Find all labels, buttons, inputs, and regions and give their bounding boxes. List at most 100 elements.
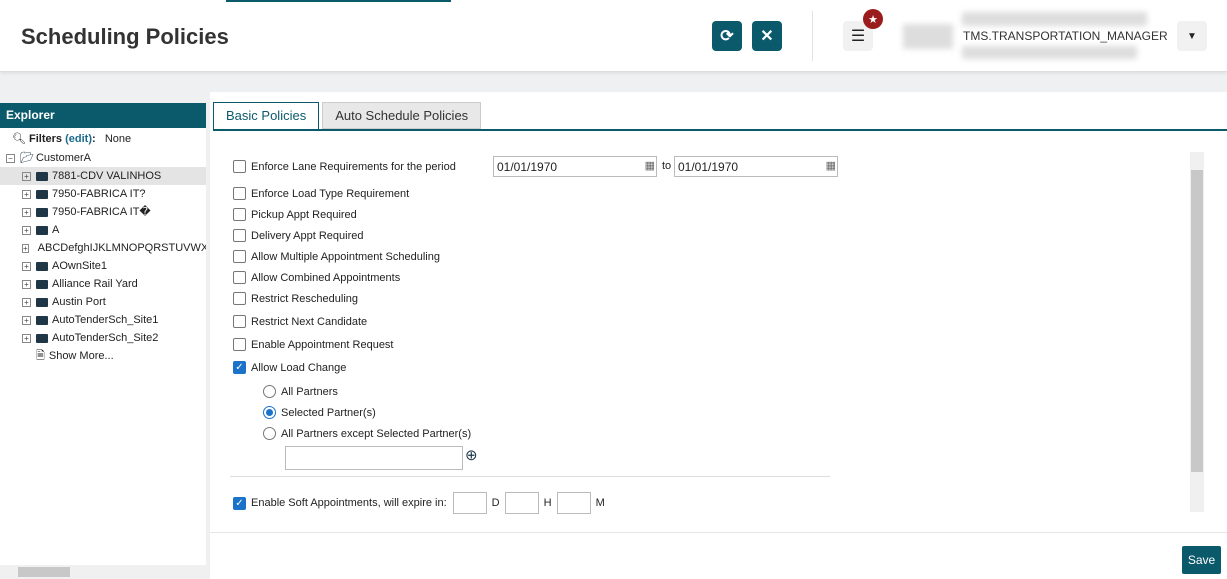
policy-option[interactable]: Restrict Next Candidate [233, 315, 367, 328]
checkbox[interactable] [233, 315, 246, 328]
checkbox[interactable] [233, 208, 246, 221]
tree-item-label: 7950-FABRICA IT� [52, 206, 151, 218]
tree-item[interactable]: + AutoTenderSch_Site2 [0, 329, 206, 347]
folder-icon [36, 333, 48, 343]
minutes-input[interactable] [556, 492, 591, 514]
days-input[interactable] [452, 492, 487, 514]
radio[interactable] [263, 406, 276, 419]
policy-option[interactable]: Enable Appointment Request [233, 338, 394, 351]
policy-option[interactable]: Enforce Load Type Requirement [233, 187, 409, 200]
user-menu-button[interactable]: ▼ [1177, 21, 1207, 51]
tree-item-label: 7950-FABRICA IT? [52, 188, 146, 200]
hours-label: H [543, 497, 552, 509]
policy-option[interactable]: Allow Combined Appointments [233, 271, 400, 284]
policy-option[interactable]: Restrict Rescheduling [233, 292, 358, 305]
to-label: to [662, 160, 672, 172]
tree-item-label: AutoTenderSch_Site2 [52, 332, 159, 344]
divider [210, 532, 1227, 533]
user-role: TMS.TRANSPORTATION_MANAGER [963, 29, 1168, 43]
folder-open-icon: 📂︎ [20, 152, 34, 164]
option-label: Pickup Appt Required [251, 208, 357, 221]
checkbox[interactable]: ✓ [233, 496, 246, 510]
days-label: D [491, 497, 500, 509]
show-more[interactable]: 🗎 Show More... [0, 347, 206, 365]
tree-item[interactable]: +7950-FABRICA IT� [0, 203, 206, 221]
calendar-icon[interactable]: ▦ [826, 159, 836, 172]
expand-icon[interactable]: + [22, 333, 31, 343]
hours-input[interactable] [504, 492, 539, 514]
option-label: Restrict Rescheduling [251, 292, 358, 305]
expand-icon[interactable]: + [22, 243, 29, 253]
expand-icon[interactable]: + [22, 261, 31, 271]
checkbox[interactable] [233, 187, 246, 200]
collapse-icon[interactable]: − [6, 153, 15, 163]
folder-icon [36, 225, 48, 235]
expand-icon[interactable]: + [22, 189, 31, 199]
expand-icon[interactable]: + [22, 171, 31, 181]
tree-item[interactable]: + AutoTenderSch_Site1 [0, 311, 206, 329]
filters-edit-link[interactable]: (edit) [65, 133, 92, 145]
option-label: Enforce Load Type Requirement [251, 187, 410, 200]
zoom-in-search-icon[interactable]: ⊕ [465, 446, 478, 464]
checkbox[interactable] [233, 271, 246, 284]
radio-all-except-selected[interactable]: All Partners except Selected Partner(s) [263, 427, 471, 440]
option-label: Restrict Next Candidate [251, 315, 368, 328]
refresh-icon: ⟳ [720, 28, 734, 45]
close-button[interactable]: ✕ [752, 21, 782, 51]
checkbox[interactable] [233, 229, 246, 242]
expand-icon[interactable]: + [22, 279, 31, 289]
star-icon: ★ [868, 13, 878, 26]
tab-auto-schedule-policies[interactable]: Auto Schedule Policies [322, 102, 482, 129]
checkbox[interactable]: ✓ [233, 361, 246, 374]
checkbox[interactable] [233, 160, 246, 173]
tree-item[interactable]: + Alliance Rail Yard [0, 275, 206, 293]
tree-item[interactable]: +7950-FABRICA IT? [0, 185, 206, 203]
policy-option[interactable]: Delivery Appt Required [233, 229, 364, 242]
refresh-button[interactable]: ⟳ [712, 21, 742, 51]
tab-basic-policies[interactable]: Basic Policies [213, 102, 320, 130]
enforce-lane-checkbox[interactable]: Enforce Lane Requirements for the period [233, 160, 456, 173]
tree-item-label: A [52, 224, 60, 236]
option-label: Enable Appointment Request [251, 338, 394, 351]
policy-option[interactable]: ✓ Allow Load Change [233, 361, 346, 374]
radio-all-partners[interactable]: All Partners [263, 385, 338, 398]
expand-icon[interactable]: + [22, 297, 31, 307]
tree-item-label: ABCDefghIJKLMNOPQRSTUVWXYZ [37, 242, 206, 254]
chevron-down-icon: ▼ [1187, 30, 1197, 42]
option-label: Delivery Appt Required [251, 229, 364, 242]
expand-icon[interactable]: + [22, 225, 31, 235]
tree-root[interactable]: − 📂︎ CustomerA [0, 149, 206, 167]
from-date-input[interactable]: 01/01/1970 ▦ [493, 156, 657, 177]
radio[interactable] [263, 385, 276, 398]
tree-root-label: CustomerA [35, 152, 91, 164]
checkbox[interactable] [233, 338, 246, 351]
partner-search-input[interactable] [285, 446, 463, 470]
policy-option[interactable]: Allow Multiple Appointment Scheduling [233, 250, 440, 263]
tree-item[interactable]: +7881-CDV VALINHOS [0, 167, 206, 185]
to-date-input[interactable]: 01/01/1970 ▦ [674, 156, 838, 177]
radio-selected-partners[interactable]: Selected Partner(s) [263, 406, 376, 419]
calendar-icon[interactable]: ▦ [645, 159, 655, 172]
vertical-scrollbar[interactable] [1190, 152, 1204, 512]
favorites-badge[interactable]: ★ [863, 9, 883, 29]
tree-item[interactable]: + AOwnSite1 [0, 257, 206, 275]
checkbox[interactable] [233, 292, 246, 305]
tree-item[interactable]: + Austin Port [0, 293, 206, 311]
expand-icon[interactable]: + [22, 315, 31, 325]
radio[interactable] [263, 427, 276, 440]
horizontal-scrollbar[interactable] [0, 565, 206, 579]
filters-colon: : [92, 133, 96, 145]
soft-appointments-checkbox[interactable]: ✓ Enable Soft Appointments, will expire … [233, 492, 610, 514]
save-button[interactable]: Save [1182, 546, 1221, 574]
tree-item[interactable]: + ABCDefghIJKLMNOPQRSTUVWXYZ [0, 239, 206, 257]
divider [230, 476, 830, 477]
expand-icon[interactable]: + [22, 207, 31, 217]
checkbox[interactable] [233, 250, 246, 263]
close-icon: ✕ [760, 28, 774, 45]
option-label: Enable Soft Appointments, will expire in… [251, 497, 447, 509]
tree-item[interactable]: + A [0, 221, 206, 239]
divider [812, 11, 813, 61]
folder-icon [36, 297, 48, 307]
blurred-user-name [962, 12, 1147, 26]
policy-option[interactable]: Pickup Appt Required [233, 208, 357, 221]
